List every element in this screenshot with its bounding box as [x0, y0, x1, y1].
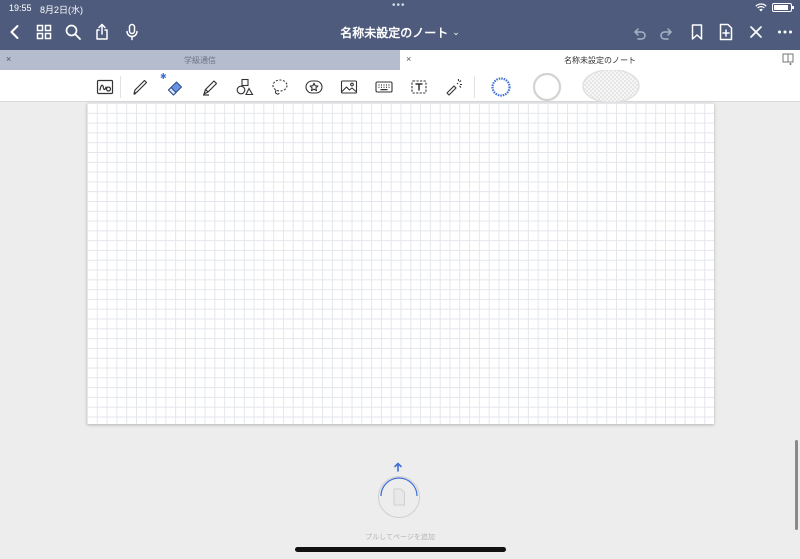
text-box-icon[interactable]: [409, 77, 429, 97]
bookmark-icon[interactable]: [687, 22, 707, 42]
share-icon[interactable]: [92, 22, 112, 42]
split-view-icon[interactable]: [782, 53, 794, 65]
tab-close-icon[interactable]: ×: [6, 54, 11, 64]
status-time: 19:55: [9, 3, 32, 13]
tab-label: 名称未設定のノート: [564, 55, 636, 65]
tab-inactive[interactable]: × 学級通信: [0, 50, 400, 70]
more-icon[interactable]: [775, 22, 795, 42]
image-icon[interactable]: [339, 77, 359, 97]
tab-close-icon[interactable]: ×: [406, 54, 411, 64]
title-chevron-icon[interactable]: ⌄: [452, 27, 460, 38]
keyboard-icon[interactable]: [374, 77, 394, 97]
top-bar: 19:55 8月2日(水) ••• 名称未設定のノート ⌄: [0, 0, 800, 50]
status-indicators: [755, 3, 794, 12]
color-swatch-blue[interactable]: [489, 75, 513, 99]
shapes-icon[interactable]: [235, 77, 255, 97]
home-indicator[interactable]: [295, 547, 506, 552]
pen-icon[interactable]: [130, 77, 150, 97]
toolbar-divider: [120, 76, 121, 98]
search-icon[interactable]: [63, 22, 83, 42]
eraser-icon[interactable]: [165, 77, 185, 97]
wifi-icon: [755, 3, 767, 12]
toolbar-divider: [474, 76, 475, 98]
tool-bar: ✱: [0, 70, 800, 102]
pen-settings-icon[interactable]: [95, 77, 115, 97]
laser-pointer-icon[interactable]: [444, 77, 464, 97]
pull-progress-arc: [380, 477, 418, 497]
color-swatch-light[interactable]: [582, 70, 640, 102]
tab-label: 学級通信: [184, 55, 216, 65]
add-page-icon[interactable]: [716, 22, 736, 42]
status-date: 8月2日(水): [40, 5, 84, 15]
scrollbar[interactable]: [795, 440, 798, 530]
undo-icon[interactable]: [629, 22, 649, 42]
arrow-up-icon: [394, 462, 402, 472]
microphone-icon[interactable]: [122, 22, 142, 42]
back-icon[interactable]: [5, 22, 25, 42]
pull-to-add-label: プルしてページを追加: [365, 534, 435, 541]
document-title[interactable]: 名称未設定のノート: [340, 24, 448, 41]
lasso-icon[interactable]: [270, 77, 290, 97]
highlighter-icon[interactable]: [200, 77, 220, 97]
redo-icon[interactable]: [657, 22, 677, 42]
tab-active[interactable]: × 名称未設定のノート: [400, 50, 800, 70]
grid-view-icon[interactable]: [34, 22, 54, 42]
close-icon[interactable]: [746, 22, 766, 42]
color-swatch-gray[interactable]: [532, 72, 562, 102]
tab-bar: × 学級通信 × 名称未設定のノート: [0, 50, 800, 70]
battery-icon: [772, 3, 794, 12]
elements-sticker-icon[interactable]: [304, 77, 324, 97]
notebook-page-grid[interactable]: [87, 103, 714, 424]
multitasking-dots[interactable]: •••: [392, 0, 406, 11]
